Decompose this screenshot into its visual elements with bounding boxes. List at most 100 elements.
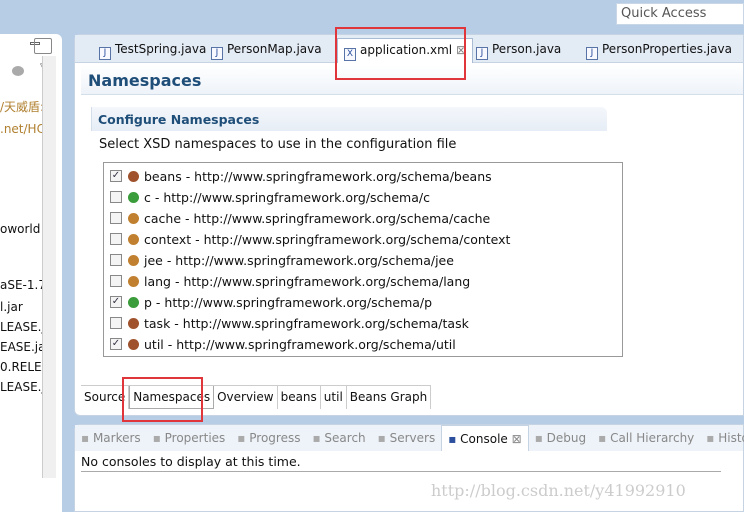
explorer-item[interactable]: l.jar [0,300,42,314]
page-tab-overview[interactable]: Overview [214,386,278,409]
close-icon[interactable]: ⊠ [508,432,522,446]
tab-label: PersonMap.java [227,42,322,56]
view-tab-call-hierarchy[interactable]: ▪ Call Hierarchy [592,431,700,445]
view-tab-progress[interactable]: ▪ Progress [231,431,306,445]
view-tab-label: Call Hierarchy [610,431,695,445]
tab-testspring-java[interactable]: J TestSpring.java [93,38,212,63]
namespace-icon [128,233,139,245]
checkbox[interactable] [110,317,122,329]
namespace-item[interactable]: c - http://www.springframework.org/schem… [110,187,430,207]
checkbox[interactable] [110,212,122,224]
checkbox[interactable] [110,275,122,287]
namespace-label: jee - http://www.springframework.org/sch… [144,252,454,268]
call-hierarchy-icon: ▪ [598,431,611,445]
view-tab-histo[interactable]: ▪ Histo [700,431,744,445]
namespace-label: p - http://www.springframework.org/schem… [144,294,433,310]
namespace-item[interactable]: task - http://www.springframework.org/sc… [110,313,469,333]
view-tabs: ▪ Markers ▪ Properties ▪ Progress ▪ Search ▪… [75,425,744,451]
view-tab-label: Histo [718,431,744,445]
progress-icon: ▪ [237,431,250,445]
watermark: http://blog.csdn.net/y41992910 [431,481,686,500]
explorer-item[interactable]: oworld [0,222,42,236]
view-tab-label: Markers [92,431,141,445]
namespace-icon [128,317,139,329]
checkbox[interactable] [110,233,122,245]
checkbox[interactable]: ✓ [110,338,122,350]
view-tab-label: Servers [389,431,436,445]
view-tab-label: Search [324,431,366,445]
view-tab-properties[interactable]: ▪ Properties [147,431,232,445]
properties-icon: ▪ [152,431,165,445]
view-tab-console[interactable]: ▪ Console ⊠ [441,425,529,451]
java-warning-icon: J [211,47,223,60]
namespace-item[interactable]: ✓ p - http://www.springframework.org/sche… [110,292,432,312]
explorer-item[interactable]: LEASE.ja [0,320,42,334]
namespace-icon [128,170,139,182]
namespace-item[interactable]: ✓ beans - http://www.springframework.org/… [110,166,492,186]
checkbox[interactable] [110,191,122,203]
section-title: Configure Namespaces [98,112,260,127]
explorer-item[interactable]: 0.RELEA [0,360,42,374]
java-file-icon: J [476,47,488,60]
namespace-list[interactable]: ✓ beans - http://www.springframework.org/… [103,162,623,357]
namespace-label: beans - http://www.springframework.org/s… [144,168,492,184]
namespace-item[interactable]: ✓ util - http://www.springframework.org/s… [110,334,456,354]
namespace-item[interactable]: context - http://www.springframework.org… [110,229,510,249]
explorer-item[interactable]: /天威盾: [0,98,42,115]
tab-label: PersonProperties.java [602,42,732,56]
tab-label: Person.java [492,42,562,56]
namespace-label: util - http://www.springframework.org/sc… [144,336,456,352]
view-tab-label: Console [460,432,508,446]
view-tab-markers[interactable]: ▪ Markers [75,431,147,445]
java-warning-icon: J [586,47,598,60]
view-tab-search[interactable]: ▪ Search [306,431,371,445]
checkbox[interactable] [110,254,122,266]
view-tab-servers[interactable]: ▪ Servers [372,431,442,445]
namespace-label: context - http://www.springframework.org… [144,231,511,247]
page-tab-beans-graph[interactable]: Beans Graph [347,386,432,409]
console-message: No consoles to display at this time. [81,454,721,472]
namespace-item[interactable]: lang - http://www.springframework.org/sc… [110,271,470,291]
section-header[interactable]: Configure Namespaces [91,107,607,131]
namespace-item[interactable]: jee - http://www.springframework.org/sch… [110,250,454,270]
namespace-label: lang - http://www.springframework.org/sc… [144,273,471,289]
tab-personproperties-java[interactable]: J PersonProperties.java [580,38,738,63]
quick-access-input[interactable]: Quick Access [616,3,744,25]
page-tab-util[interactable]: util [321,386,347,409]
page-tab-beans[interactable]: beans [278,386,321,409]
link-icon[interactable] [12,66,24,76]
tab-personmap-java[interactable]: J PersonMap.java [205,38,328,63]
namespace-item[interactable]: cache - http://www.springframework.org/s… [110,208,490,228]
checkbox[interactable]: ✓ [110,170,122,182]
namespace-icon [128,296,139,308]
namespace-icon [128,338,139,350]
explorer-item[interactable]: .net/HC [0,122,42,136]
namespace-icon [128,212,139,224]
explorer-scrollbar[interactable] [42,56,56,478]
histo-icon: ▪ [706,431,719,445]
checkbox[interactable]: ✓ [110,296,122,308]
markers-icon: ▪ [81,431,93,445]
view-tab-label: Debug [546,431,587,445]
namespace-icon [128,191,139,203]
namespace-label: task - http://www.springframework.org/sc… [144,315,469,331]
highlight-box [122,377,203,422]
maximize-icon[interactable] [34,38,52,54]
debug-icon: ▪ [534,431,547,445]
tab-person-java[interactable]: J Person.java [470,38,567,63]
console-view: ▪ Markers ▪ Properties ▪ Progress ▪ Search ▪… [74,424,744,512]
servers-icon: ▪ [377,431,390,445]
page-title: Namespaces [88,71,202,90]
view-tab-label: Progress [249,431,301,445]
explorer-item[interactable]: aSE-1.7 [0,278,42,292]
explorer-item[interactable]: LEASE.j [0,380,42,394]
search-icon: ▪ [312,431,325,445]
namespace-label: c - http://www.springframework.org/schem… [144,189,430,205]
console-icon: ▪ [448,432,461,446]
namespace-icon [128,254,139,266]
explorer-item[interactable]: EASE.jar [0,340,42,354]
section-description: Select XSD namespaces to use in the conf… [99,137,457,152]
view-tab-label: Properties [164,431,226,445]
namespace-icon [128,275,139,287]
view-tab-debug[interactable]: ▪ Debug [529,431,592,445]
